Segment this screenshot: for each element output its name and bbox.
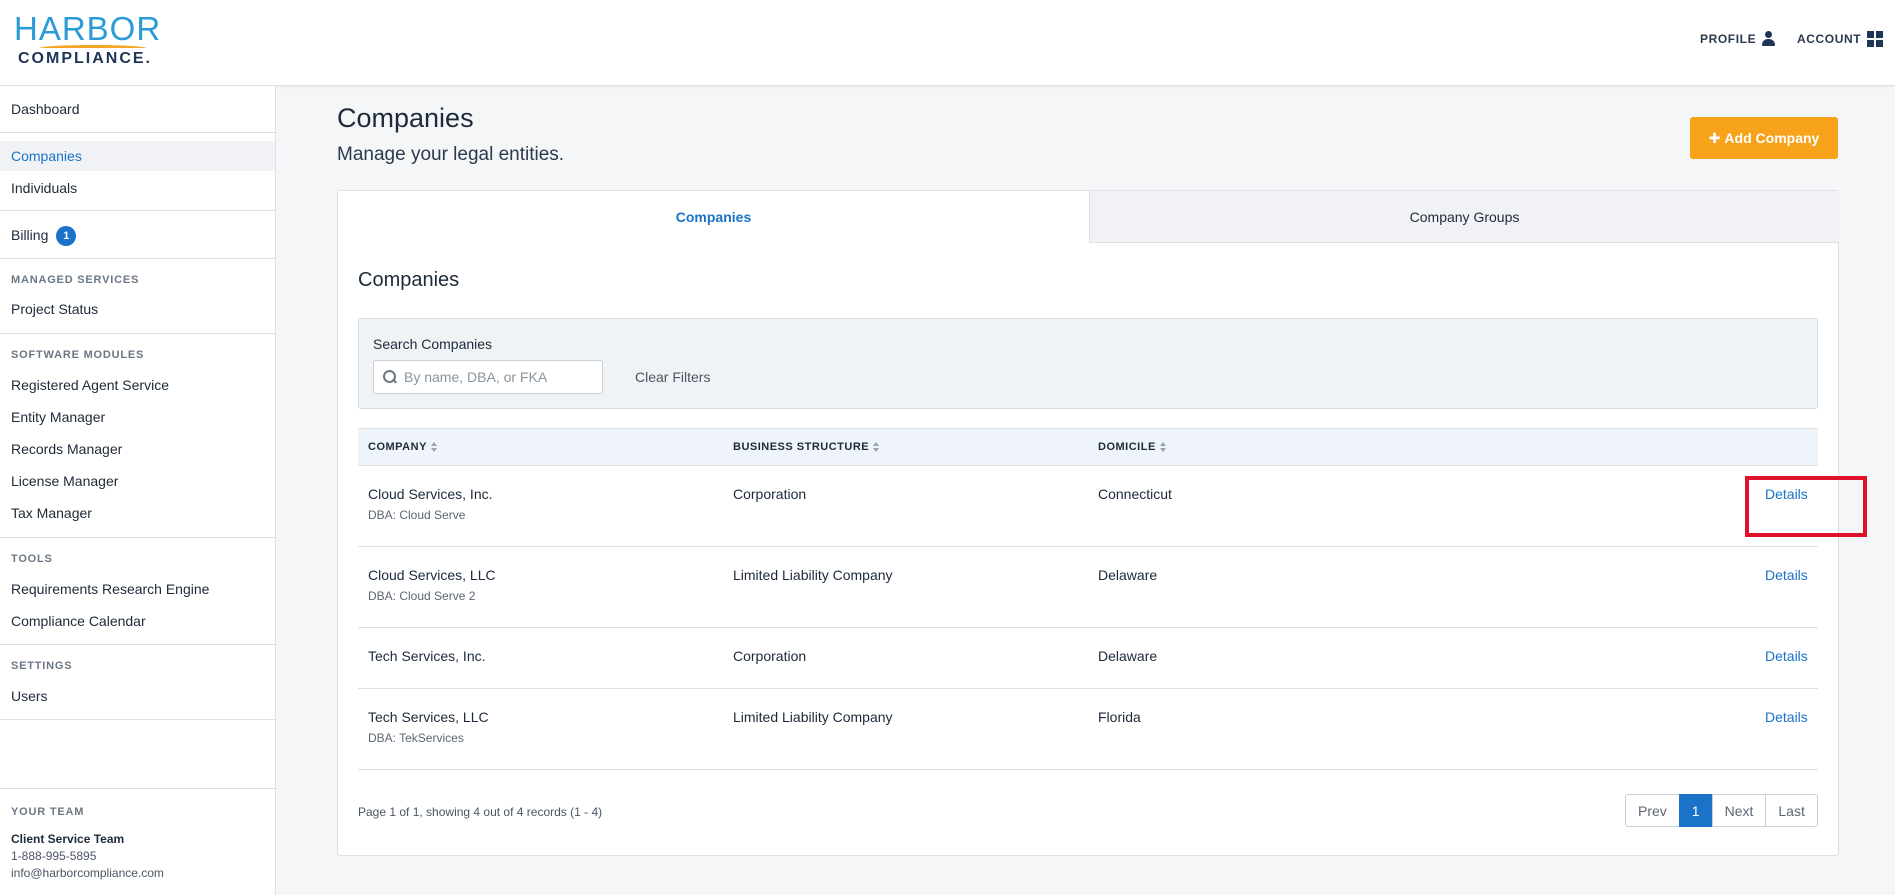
sidebar-item-individuals[interactable]: Individuals xyxy=(0,173,275,203)
column-header-company[interactable]: COMPANY xyxy=(368,441,437,453)
column-header-business-structure[interactable]: BUSINESS STRUCTURE xyxy=(733,441,880,453)
domicile: Delaware xyxy=(1098,648,1158,664)
domicile: Connecticut xyxy=(1098,486,1172,502)
last-page-button[interactable]: Last xyxy=(1765,794,1818,827)
sidebar-divider xyxy=(0,537,275,538)
clear-filters-link[interactable]: Clear Filters xyxy=(635,369,710,385)
top-header: HARBOR COMPLIANCE. PROFILE ACCOUNT xyxy=(0,0,1895,86)
business-structure: Corporation xyxy=(733,648,807,664)
sidebar-divider xyxy=(0,132,275,133)
companies-card: Companies Company Groups Companies Searc… xyxy=(337,190,1867,856)
column-header-label: COMPANY xyxy=(368,441,427,453)
table-header: COMPANY BUSINESS STRUCTURE DOMICILE xyxy=(358,428,1818,466)
domicile: Florida xyxy=(1098,709,1141,725)
company-dba: DBA: Cloud Serve xyxy=(368,508,466,522)
search-input[interactable] xyxy=(404,362,600,392)
column-header-label: BUSINESS STRUCTURE xyxy=(733,441,870,453)
sidebar-item-users[interactable]: Users xyxy=(0,681,275,711)
logo-bottom-text: COMPLIANCE. xyxy=(18,50,152,67)
sidebar-item-tax-manager[interactable]: Tax Manager xyxy=(0,498,275,528)
your-team-heading: YOUR TEAM xyxy=(11,806,85,818)
sidebar-item-records-manager[interactable]: Records Manager xyxy=(0,434,275,464)
details-link[interactable]: Details xyxy=(1765,567,1808,583)
managed-services-heading: MANAGED SERVICES xyxy=(11,274,140,286)
team-email[interactable]: info@harborcompliance.com xyxy=(11,866,164,880)
company-dba: DBA: TekServices xyxy=(368,731,464,745)
page-title: Companies xyxy=(337,103,474,133)
tools-heading: TOOLS xyxy=(11,553,53,565)
pagination: Prev 1 Next Last xyxy=(1625,794,1818,827)
sidebar-item-compliance-calendar[interactable]: Compliance Calendar xyxy=(0,606,275,636)
sidebar-item-license-manager[interactable]: License Manager xyxy=(0,466,275,496)
details-link[interactable]: Details xyxy=(1765,648,1808,664)
details-link[interactable]: Details xyxy=(1765,709,1808,725)
company-name: Tech Services, LLC xyxy=(368,709,489,725)
user-icon xyxy=(1762,31,1776,46)
page-1-button[interactable]: 1 xyxy=(1678,794,1713,827)
table-row: Cloud Services, Inc. DBA: Cloud Serve Co… xyxy=(358,466,1867,547)
add-company-button[interactable]: ✚ Add Company xyxy=(1690,117,1838,159)
sort-icon xyxy=(873,442,880,452)
sidebar-divider xyxy=(0,788,275,789)
team-phone: 1-888-995-5895 xyxy=(11,849,97,863)
profile-link[interactable]: PROFILE xyxy=(1700,31,1776,46)
sort-icon xyxy=(1159,442,1166,452)
plus-icon: ✚ xyxy=(1708,129,1721,146)
search-label: Search Companies xyxy=(373,336,493,352)
profile-label: PROFILE xyxy=(1700,31,1757,46)
company-name: Cloud Services, Inc. xyxy=(368,486,493,502)
sidebar-divider xyxy=(0,719,275,720)
add-company-label: Add Company xyxy=(1724,130,1820,146)
harbor-compliance-logo[interactable]: HARBOR COMPLIANCE. xyxy=(14,12,174,68)
page-subtitle: Manage your legal entities. xyxy=(337,144,565,165)
highlight-box xyxy=(1745,476,1867,537)
logo-top-text: HARBOR xyxy=(14,10,162,47)
column-header-domicile[interactable]: DOMICILE xyxy=(1098,441,1166,453)
sort-icon xyxy=(430,442,437,452)
next-page-button[interactable]: Next xyxy=(1711,794,1767,827)
software-modules-heading: SOFTWARE MODULES xyxy=(11,349,145,361)
team-name: Client Service Team xyxy=(11,832,125,846)
billing-count-badge: 1 xyxy=(56,226,77,247)
sidebar-item-registered-agent[interactable]: Registered Agent Service xyxy=(0,370,275,400)
search-field[interactable] xyxy=(373,360,603,394)
search-icon xyxy=(383,370,397,384)
sidebar-item-project-status[interactable]: Project Status xyxy=(0,294,275,324)
section-title: Companies xyxy=(358,269,460,291)
table-row: Cloud Services, LLC DBA: Cloud Serve 2 L… xyxy=(358,547,1818,628)
sidebar-divider xyxy=(0,258,275,259)
sidebar-item-companies[interactable]: Companies xyxy=(0,141,275,171)
tab-company-groups[interactable]: Company Groups xyxy=(1089,191,1839,243)
grid-icon xyxy=(1867,31,1884,47)
sidebar-item-dashboard[interactable]: Dashboard xyxy=(0,94,275,124)
sidebar-item-billing[interactable]: Billing 1 xyxy=(0,220,275,250)
prev-page-button[interactable]: Prev xyxy=(1625,794,1680,827)
domicile: Delaware xyxy=(1098,567,1158,583)
settings-heading: SETTINGS xyxy=(11,660,73,672)
billing-label: Billing xyxy=(11,227,49,243)
company-name: Tech Services, Inc. xyxy=(368,648,486,664)
column-header-label: DOMICILE xyxy=(1098,441,1156,453)
business-structure: Limited Liability Company xyxy=(733,567,893,583)
sidebar-divider xyxy=(0,333,275,334)
sidebar-divider xyxy=(0,210,275,211)
table-row: Tech Services, LLC DBA: TekServices Limi… xyxy=(358,689,1818,770)
business-structure: Limited Liability Company xyxy=(733,709,893,725)
account-label: ACCOUNT xyxy=(1797,32,1862,46)
table-row: Tech Services, Inc. Corporation Delaware… xyxy=(358,628,1818,689)
sidebar-item-entity-manager[interactable]: Entity Manager xyxy=(0,402,275,432)
sidebar-divider xyxy=(0,644,275,645)
sidebar-item-research-engine[interactable]: Requirements Research Engine xyxy=(0,574,275,604)
sidebar: Dashboard Companies Individuals Billing 1… xyxy=(0,86,276,895)
company-name: Cloud Services, LLC xyxy=(368,567,496,583)
account-link[interactable]: ACCOUNT xyxy=(1797,31,1884,47)
filter-panel: Search Companies Clear Filters xyxy=(358,318,1818,409)
tab-companies[interactable]: Companies xyxy=(338,191,1089,243)
pagination-info: Page 1 of 1, showing 4 out of 4 records … xyxy=(358,805,603,819)
company-dba: DBA: Cloud Serve 2 xyxy=(368,589,476,603)
business-structure: Corporation xyxy=(733,486,807,502)
